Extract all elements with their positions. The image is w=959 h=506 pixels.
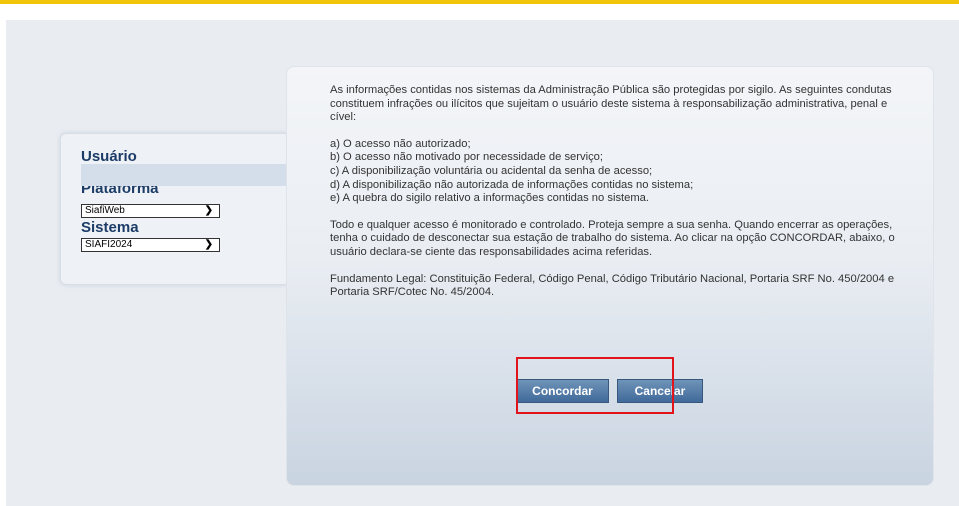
user-input[interactable]	[81, 164, 291, 186]
notice-items-list: a) O acesso não autorizado; b) O acesso …	[330, 138, 905, 206]
list-item: b) O acesso não motivado por necessidade…	[330, 151, 604, 164]
notice-monitoring: Todo e qualquer acesso é monitorado e co…	[330, 218, 895, 258]
confidentiality-notice-panel: As informações contidas nos sistemas da …	[286, 66, 934, 486]
top-accent-bar	[0, 0, 959, 10]
platform-select-value: SiafiWeb	[85, 205, 125, 216]
chevron-down-icon: ❯	[204, 205, 213, 216]
system-select-value: SIAFI2024	[85, 239, 133, 250]
platform-select[interactable]: SiafiWeb ❯	[81, 204, 220, 218]
list-item: e) A quebra do sigilo relativo a informa…	[330, 192, 650, 205]
notice-text: As informações contidas nos sistemas da …	[330, 84, 905, 313]
list-item: a) O acesso não autorizado;	[330, 137, 471, 150]
system-select[interactable]: SIAFI2024 ❯	[81, 238, 220, 252]
page: Usuário Plataforma SiafiWeb ❯ Sistema SI…	[0, 0, 959, 506]
user-label: Usuário	[81, 148, 137, 165]
chevron-down-icon: ❯	[204, 239, 213, 250]
login-panel: Usuário Plataforma SiafiWeb ❯ Sistema SI…	[60, 133, 291, 285]
notice-intro: As informações contidas nos sistemas da …	[330, 84, 892, 124]
highlight-box	[516, 357, 674, 414]
list-item: d) A disponibilização não autorizada de …	[330, 178, 694, 191]
system-label: Sistema	[81, 219, 139, 236]
list-item: c) A disponibilização voluntária ou acid…	[330, 164, 653, 177]
notice-legal: Fundamento Legal: Constituição Federal, …	[330, 272, 895, 299]
